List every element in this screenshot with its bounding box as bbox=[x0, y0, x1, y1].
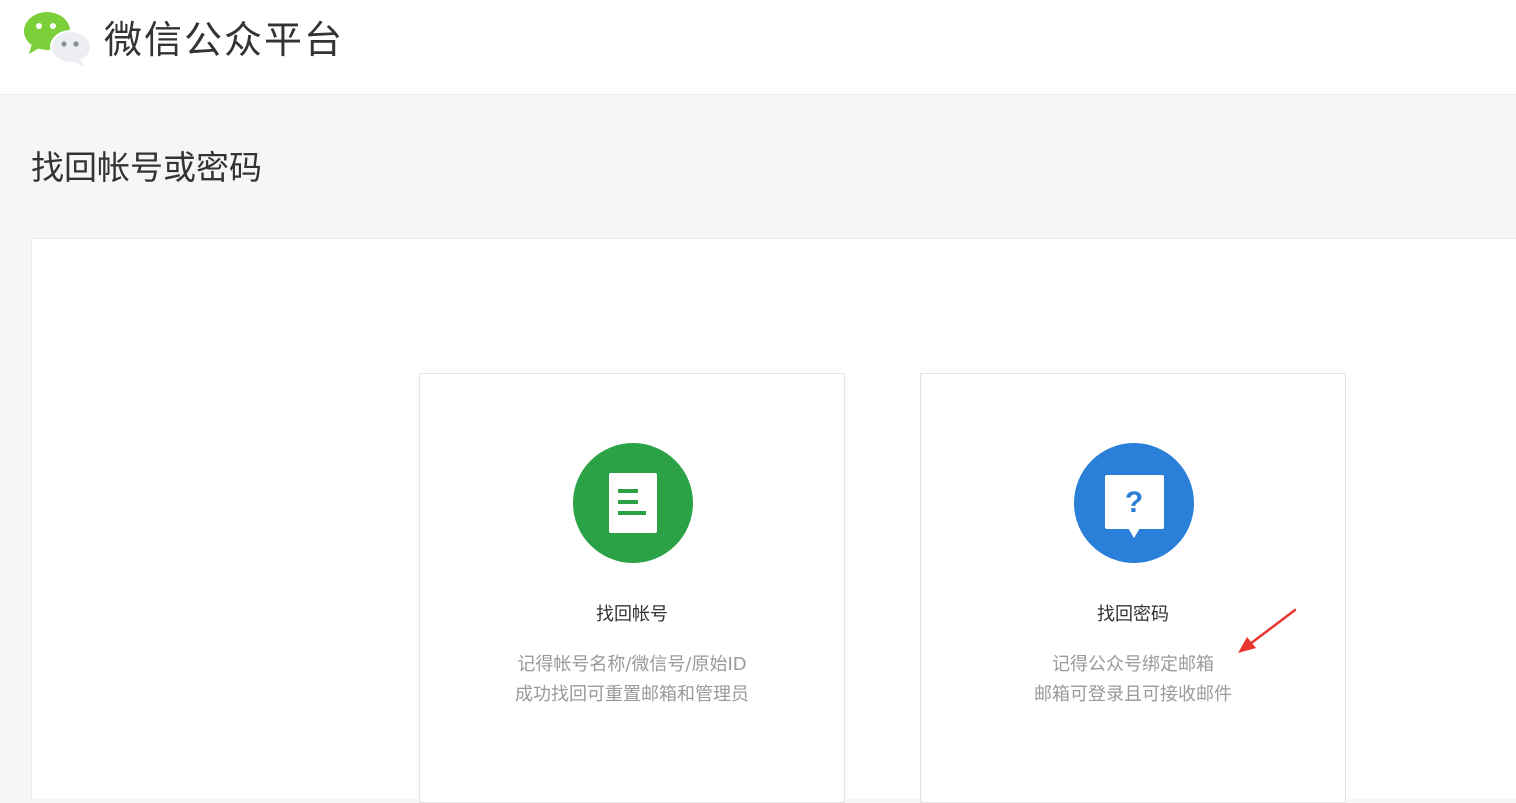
document-list-icon bbox=[573, 443, 693, 563]
red-arrow-icon bbox=[1238, 608, 1297, 653]
top-header: 微信公众平台 bbox=[0, 0, 1516, 95]
find-password-card[interactable]: ? 找回密码 记得公众号绑定邮箱 邮箱可登录且可接收邮件 bbox=[920, 373, 1346, 803]
find-account-desc-line1: 记得帐号名称/微信号/原始ID bbox=[517, 654, 747, 675]
wechat-logo-icon[interactable] bbox=[22, 10, 94, 68]
find-account-card[interactable]: 找回帐号 记得帐号名称/微信号/原始ID 成功找回可重置邮箱和管理员 bbox=[419, 373, 845, 803]
page-title: 找回帐号或密码 bbox=[31, 148, 262, 187]
svg-text:?: ? bbox=[1125, 486, 1143, 519]
find-password-desc-line2: 邮箱可登录且可接收邮件 bbox=[1034, 684, 1232, 705]
app-title[interactable]: 微信公众平台 bbox=[104, 14, 344, 66]
find-account-title: 找回帐号 bbox=[596, 604, 668, 625]
question-bubble-icon: ? bbox=[1074, 443, 1194, 563]
find-account-desc-line2: 成功找回可重置邮箱和管理员 bbox=[515, 684, 749, 705]
